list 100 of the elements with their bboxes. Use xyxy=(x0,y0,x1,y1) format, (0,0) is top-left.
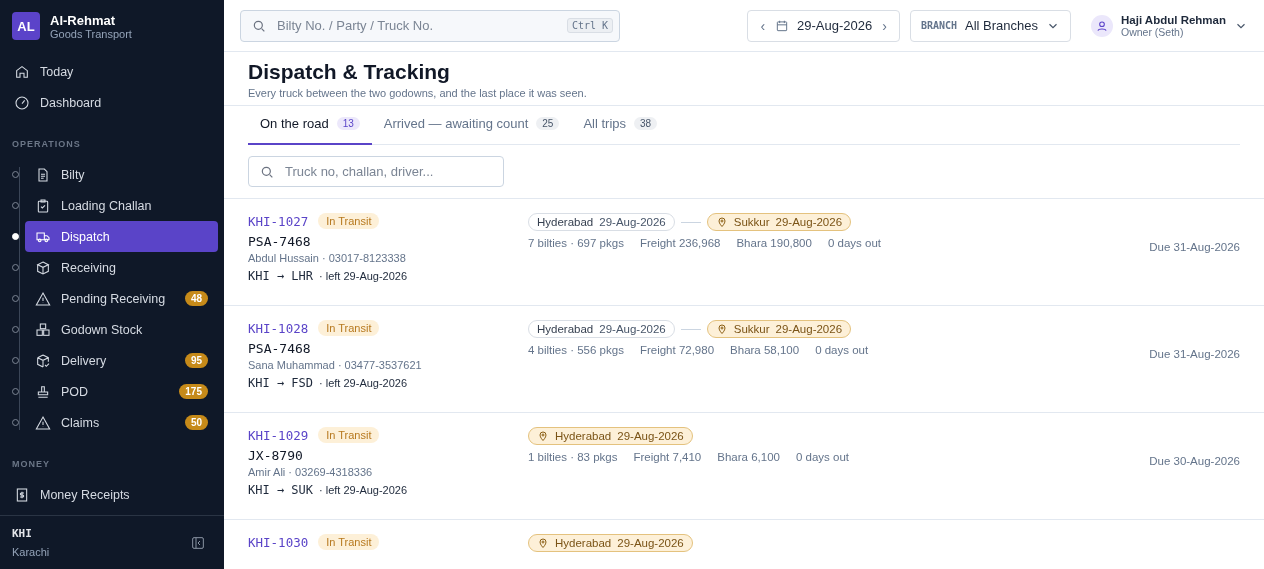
section-heading: OPERATIONS xyxy=(11,138,82,151)
route: KHI → SUK xyxy=(248,483,314,497)
brand-logo: AL xyxy=(12,12,40,40)
tab[interactable]: All trips 38 xyxy=(571,106,670,145)
tree-dot xyxy=(12,233,19,240)
shortcut-hint: Ctrl K xyxy=(566,18,613,33)
departure-date: · left 29-Aug-2026 xyxy=(319,377,408,389)
warn-icon xyxy=(35,290,51,307)
nav-item[interactable]: Claims 50 xyxy=(25,407,218,438)
trip-id-link[interactable]: KHI-1029 xyxy=(248,427,309,443)
location-pin-icon xyxy=(715,323,728,335)
filter-input[interactable]: Truck no, challan, driver... xyxy=(283,163,493,180)
trip-stat: 0 days out xyxy=(827,237,881,249)
trip-stat: 0 days out xyxy=(815,344,869,356)
previous-day-button[interactable]: ‹ xyxy=(758,17,768,34)
status-badge: In Transit xyxy=(318,213,380,229)
next-day-button[interactable]: › xyxy=(880,17,889,34)
driver-contact: Sana Muhammad · 03477-3537621 xyxy=(248,359,423,371)
trip-stat: Freight 72,980 xyxy=(639,344,715,356)
avatar[interactable] xyxy=(1091,14,1113,37)
driver-contact: Abdul Hussain · 03017-8123338 xyxy=(248,252,407,264)
user-role: Owner (Seth) xyxy=(1121,25,1185,38)
tab-count: 38 xyxy=(634,117,658,130)
clipboard-icon xyxy=(35,197,51,214)
date-picker[interactable]: ‹ 29-Aug-2026 › xyxy=(747,9,900,42)
trip-stat: Bhara 190,800 xyxy=(736,237,812,249)
branch-code: KHI xyxy=(12,527,33,540)
location-pin-icon xyxy=(715,216,728,228)
due-date: Due 30-Aug-2026 xyxy=(1149,455,1240,469)
tab-count: 13 xyxy=(336,117,360,130)
tree-dot xyxy=(12,388,19,395)
user-name: Haji Abdul Rehman xyxy=(1121,13,1226,26)
tree-dot xyxy=(12,357,19,364)
trip-stat: 7 bilties · 697 pkgs xyxy=(528,237,624,249)
nav-item[interactable]: POD 175 xyxy=(25,376,218,407)
tab[interactable]: On the road 13 xyxy=(248,106,372,145)
page-title: Dispatch & Tracking xyxy=(248,60,451,84)
trip-id-link[interactable]: KHI-1027 xyxy=(248,213,309,229)
search-field[interactable]: Bilty No. / Party / Truck No. Ctrl K xyxy=(240,9,620,42)
departure-date: · left 29-Aug-2026 xyxy=(319,270,408,282)
status-badge: In Transit xyxy=(318,320,380,336)
route: KHI → FSD xyxy=(248,376,314,390)
trip-stat: Bhara 58,100 xyxy=(730,344,800,356)
receipt-icon xyxy=(14,486,30,503)
boxcheck-icon xyxy=(35,352,51,369)
home-icon xyxy=(14,63,30,80)
truck-number: JX-8790 xyxy=(248,448,304,463)
nav-item[interactable]: Godown Stock xyxy=(25,314,218,345)
trip-stat: 4 bilties · 556 pkgs xyxy=(528,344,624,356)
current-location-chip: Sukkur 29-Aug-2026 xyxy=(706,320,852,338)
trip-id-link[interactable]: KHI-1030 xyxy=(248,534,309,550)
tab-count: 25 xyxy=(536,117,560,130)
current-location-chip: Sukkur 29-Aug-2026 xyxy=(706,213,852,231)
brand-name: Al-Rehmat xyxy=(50,12,116,28)
driver-contact: Amir Ali · 03269-4318336 xyxy=(248,466,374,478)
branch-value: All Branches xyxy=(965,18,1038,33)
tab[interactable]: Arrived — awaiting count 25 xyxy=(371,106,572,145)
departure-date: · left 29-Aug-2026 xyxy=(319,484,408,496)
truck-number: PSA-7468 xyxy=(248,234,312,249)
status-badge: In Transit xyxy=(318,427,380,443)
current-location-chip: Hyderabad 29-Aug-2026 xyxy=(528,534,693,552)
nav-item[interactable]: Receiving xyxy=(25,252,218,283)
nav-item[interactable]: Bilty xyxy=(25,159,218,190)
nav-item[interactable]: Money Receipts xyxy=(12,479,218,510)
nav-item[interactable]: Dispatch xyxy=(25,221,218,252)
filter-field[interactable]: Truck no, challan, driver... xyxy=(248,156,504,187)
count-badge: 48 xyxy=(184,291,208,306)
branch-dropdown[interactable]: BRANCH All Branches xyxy=(909,9,1071,42)
gauge-icon xyxy=(14,94,30,111)
tree-dot xyxy=(12,202,19,209)
search-input[interactable]: Bilty No. / Party / Truck No. xyxy=(275,17,559,34)
collapse-sidebar-icon[interactable] xyxy=(190,534,206,551)
trip-stat: Freight 236,968 xyxy=(639,237,721,249)
trip-stat: 0 days out xyxy=(795,451,849,463)
due-date: Due 31-Aug-2026 xyxy=(1149,241,1240,255)
doc-icon xyxy=(35,166,51,183)
trip-stat: Freight 7,410 xyxy=(633,451,702,463)
nav-item[interactable]: Pending Receiving 48 xyxy=(25,283,218,314)
nav-item[interactable]: Dashboard xyxy=(0,87,218,118)
nav-item[interactable]: Today xyxy=(0,56,218,87)
route: KHI → LHR xyxy=(248,269,314,283)
branch-label: BRANCH xyxy=(920,20,957,31)
nav-item[interactable]: Delivery 95 xyxy=(25,345,218,376)
tree-dot xyxy=(12,419,19,426)
trip-stat: 1 bilties · 83 pkgs xyxy=(528,451,618,463)
count-badge: 175 xyxy=(179,384,208,399)
brand-subtitle: Goods Transport xyxy=(50,27,132,40)
section-heading: MONEY xyxy=(11,458,51,471)
page-subtitle: Every truck between the two godowns, and the last place it was seen. xyxy=(248,87,588,99)
tree-dot xyxy=(12,171,19,178)
calendar-icon xyxy=(775,18,790,33)
nav-item[interactable]: Loading Challan xyxy=(25,190,218,221)
tree-dot xyxy=(12,295,19,302)
box-icon xyxy=(35,259,51,276)
location-pin-icon xyxy=(537,537,549,549)
boxes-icon xyxy=(35,321,51,338)
count-badge: 95 xyxy=(184,353,208,368)
trip-id-link[interactable]: KHI-1028 xyxy=(248,320,309,336)
current-location-chip: Hyderabad 29-Aug-2026 xyxy=(528,427,693,445)
stamp-icon xyxy=(35,383,51,400)
